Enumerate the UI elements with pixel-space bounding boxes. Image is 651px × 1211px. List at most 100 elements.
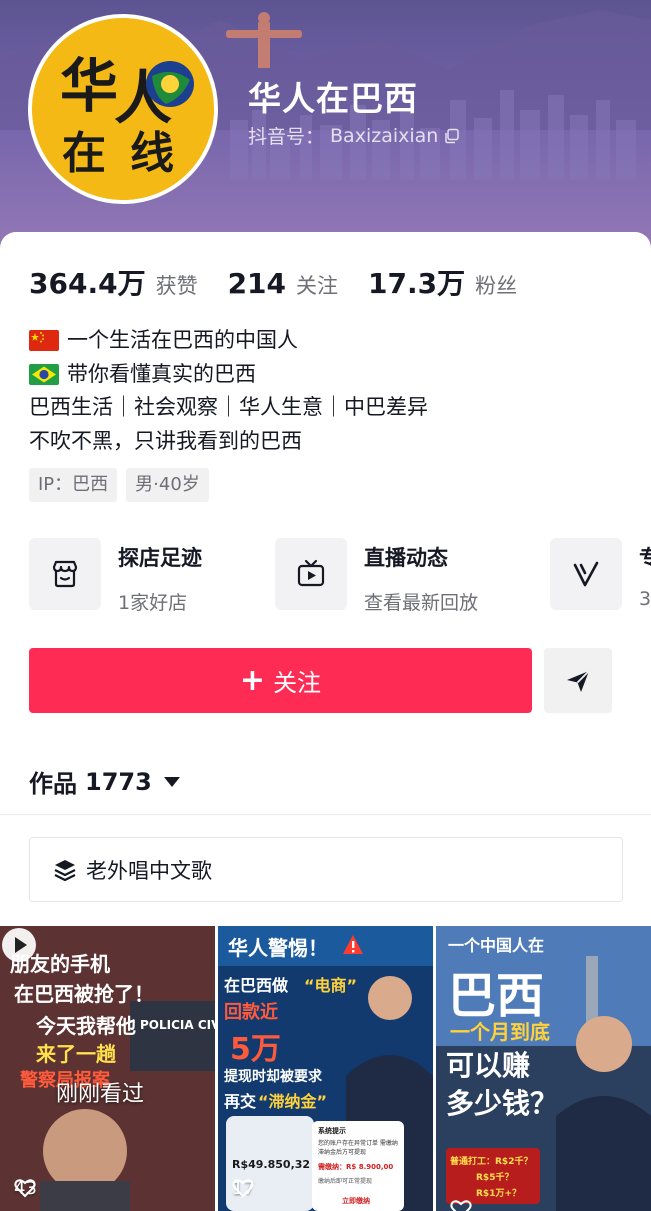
profile-tags: IP：巴西 男·40岁 — [29, 468, 209, 502]
video-thumbnail[interactable]: 一个中国人在 巴西 一个月到底 可以赚 多少钱？ 普通打工：R$2千？ R$5千… — [436, 926, 651, 1211]
stat-label: 获赞 — [155, 274, 198, 298]
douyin-id-value: Baxizaixian — [330, 124, 439, 147]
profile-stats: 364.4万 获赞 214 关注 17.3万 粉丝 — [29, 262, 547, 302]
v-check-icon — [573, 561, 599, 587]
service-title: 直播动态 — [364, 546, 448, 570]
cover-sign: POLICIA CIVIL — [140, 1018, 215, 1032]
svg-text:线: 线 — [130, 128, 174, 179]
cover-text: 在巴西做 — [224, 976, 289, 995]
cover-text: 回款近 — [224, 1002, 278, 1023]
wage-line: 普通打工：R$2千？ — [450, 1157, 533, 1167]
copy-icon[interactable] — [444, 128, 460, 144]
cover-text: 一个月到底 — [450, 1020, 550, 1044]
follow-button-label: 关注 — [273, 669, 322, 697]
profile-banner: 华 人 在 线 华人在巴西 抖音号： Baxizaixian — [0, 0, 651, 250]
douyin-id-label: 抖音号： — [248, 126, 325, 148]
service-subtitle: 查看最新回放 — [364, 592, 479, 614]
collection-label: 老外唱中文歌 — [86, 858, 212, 883]
profile-nickname: 华人在巴西 — [248, 79, 418, 118]
bio-line: 一个生活在巴西的中国人 — [29, 324, 629, 358]
notice-text: 您的账户存在异常订单 需缴纳滞纳金后方可提现 — [318, 1140, 398, 1156]
brazil-flag-icon — [29, 363, 59, 385]
cover-text: 多少钱？ — [446, 1087, 559, 1120]
stat-followers[interactable]: 17.3万 粉丝 — [368, 262, 517, 302]
warning-icon — [343, 935, 363, 954]
huaren-zaixian-logo: 华 人 在 线 — [32, 18, 214, 200]
wage-line: R$5千？ — [476, 1173, 514, 1183]
service-icon-box — [29, 538, 101, 610]
service-icon-box — [275, 538, 347, 610]
cover-text: 5万 — [230, 1032, 281, 1067]
cover-text: 在巴西被抢了！ — [14, 982, 154, 1006]
balance-amount: R$49.850,32 — [232, 1158, 311, 1171]
bio-text: 带你看懂真实的巴西 — [67, 361, 256, 386]
service-title: 探店足迹 — [118, 546, 202, 570]
stat-value: 364.4万 — [29, 267, 146, 300]
notice-button: 立即缴纳 — [342, 1197, 370, 1205]
cover-text: 可以赚 — [446, 1049, 531, 1082]
heart-icon — [14, 1179, 36, 1198]
layers-icon — [54, 859, 76, 881]
send-icon — [567, 669, 590, 692]
section-divider — [0, 814, 651, 815]
douyin-id-row[interactable]: 抖音号： Baxizaixian — [248, 122, 460, 149]
avatar[interactable]: 华 人 在 线 — [28, 14, 218, 204]
service-text: 直播动态 查看最新回放 — [364, 538, 478, 614]
works-count: 1773 — [85, 767, 152, 796]
cover-text: “滞纳金” — [258, 1092, 328, 1111]
collection-entry[interactable]: 老外唱中文歌 — [29, 837, 623, 902]
like-count: 17 — [232, 1178, 255, 1199]
stat-label: 粉丝 — [475, 274, 518, 298]
gender-age-tag: 男·40岁 — [126, 468, 209, 502]
stat-label: 关注 — [296, 274, 339, 298]
cover-text: 来了一趟 — [36, 1042, 116, 1066]
heart-icon — [232, 1179, 254, 1198]
china-flag-icon — [29, 330, 59, 352]
cover-text: 华人警惕！ — [228, 936, 328, 960]
video-thumbnail[interactable]: 朋友的手机 在巴西被抢了！ 今天我帮他 来了一趟 警察局报案 POLICIA C… — [0, 926, 215, 1211]
bio-line: 不吹不黑，只讲我看到的巴西 — [29, 428, 302, 453]
cover-text: “电商” — [304, 976, 358, 995]
notice-note: 缴纳后即可正常提现 — [318, 1178, 373, 1185]
tv-icon — [297, 559, 325, 587]
service-subtitle: 3 — [639, 588, 651, 610]
just-watched-label: 刚刚看过 — [56, 1082, 145, 1107]
notice-amount: 需缴纳：R$ 8.900,00 — [318, 1163, 394, 1171]
svg-text:在: 在 — [62, 128, 106, 179]
stat-value: 17.3万 — [368, 267, 466, 300]
follow-button[interactable]: + 关注 — [29, 648, 532, 713]
service-entries: 探店足迹 1家好店 直播动态 查看最新回放 专 3 — [29, 538, 651, 614]
service-third-entry[interactable]: 专 3 — [550, 538, 651, 610]
bio-line: 带你看懂真实的巴西 — [29, 358, 629, 392]
service-subtitle: 1家好店 — [118, 592, 188, 614]
video-grid: 朋友的手机 在巴西被抢了！ 今天我帮他 来了一趟 警察局报案 POLICIA C… — [0, 926, 651, 1211]
cover-text: 今天我帮他 — [36, 1014, 136, 1038]
heart-icon — [450, 1200, 472, 1211]
store-icon — [52, 560, 78, 588]
video-thumbnail[interactable]: 华人警惕！ 在巴西做 “电商” 回款近 5万 提现时却被要求 再交 “滞纳金” … — [218, 926, 433, 1211]
works-label: 作品 — [29, 770, 77, 798]
stat-value: 214 — [227, 267, 287, 300]
plus-icon: + — [239, 662, 266, 698]
cover-text: 提现时却被要求 — [224, 1069, 322, 1085]
ip-location-tag: IP：巴西 — [29, 468, 118, 502]
play-icon — [2, 928, 36, 962]
service-text: 探店足迹 1家好店 — [118, 538, 202, 614]
bio-line: 巴西生活｜社会观察｜华人生意｜中巴差异 — [29, 395, 428, 419]
svg-text:华: 华 — [60, 52, 118, 120]
notice-title: 系统提示 — [318, 1127, 346, 1135]
caret-down-icon — [163, 776, 180, 787]
stat-likes[interactable]: 364.4万 获赞 — [29, 262, 198, 302]
service-icon-box — [550, 538, 622, 610]
service-text: 专 3 — [639, 538, 651, 610]
works-tab[interactable]: 作品 1773 — [29, 764, 180, 799]
service-store-visits[interactable]: 探店足迹 1家好店 — [29, 538, 202, 614]
stat-following[interactable]: 214 关注 — [228, 267, 338, 300]
share-button[interactable] — [544, 648, 612, 713]
profile-bio: 一个生活在巴西的中国人 带你看懂真实的巴西 巴西生活｜社会观察｜华人生意｜中巴差… — [29, 324, 629, 458]
service-live-updates[interactable]: 直播动态 查看最新回放 — [275, 538, 478, 614]
service-title: 专 — [639, 546, 651, 570]
wage-line: R$1万+？ — [476, 1189, 521, 1199]
bio-text: 一个生活在巴西的中国人 — [67, 328, 298, 352]
cover-text: 再交 — [224, 1092, 257, 1111]
